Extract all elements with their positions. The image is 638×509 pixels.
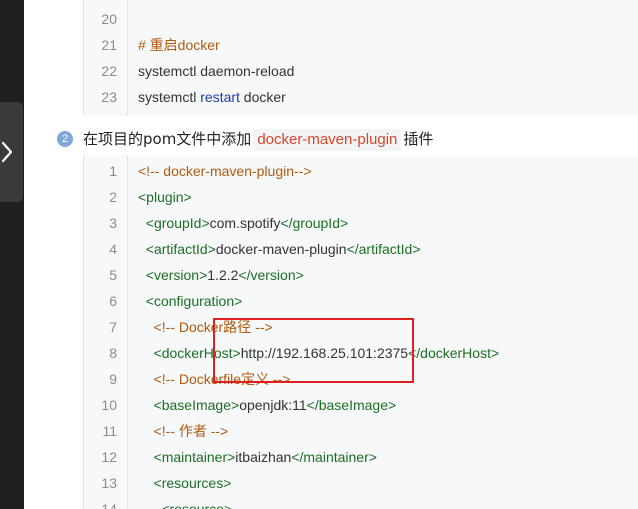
code-line: 14 <resource> [84, 496, 638, 509]
code-token: com.spotify [209, 215, 281, 231]
code-token: <resource> [138, 501, 233, 509]
code-token: openjdk:11 [239, 397, 307, 413]
code-text: <resource> [138, 496, 232, 509]
article-content: 20 21 # 重启docker 22 systemctl daemon-reload 2… [24, 0, 638, 509]
code-token: systemctl [138, 89, 201, 105]
code-line: 2 <plugin> [84, 184, 638, 210]
code-token: <!-- docker-maven-plugin--> [138, 163, 312, 179]
code-text: <plugin> [138, 184, 192, 210]
code-text: <maintainer>itbaizhan</maintainer> [138, 444, 377, 470]
code-text: <artifactId>docker-maven-plugin</artifac… [138, 236, 421, 262]
line-number: 3 [109, 215, 117, 231]
code-line: 21 # 重启docker [84, 32, 638, 58]
line-number: 14 [101, 501, 117, 509]
line-number: 20 [101, 11, 117, 27]
code-token: <version> [138, 267, 208, 283]
code-line: 10 <baseImage>openjdk:11</baseImage> [84, 392, 638, 418]
code-token: </maintainer> [291, 449, 377, 465]
sidebar-toggle-button[interactable] [0, 102, 23, 202]
line-number: 21 [101, 37, 117, 53]
code-token: <maintainer> [138, 449, 236, 465]
line-number: 13 [101, 475, 117, 491]
inline-code-plugin: docker-maven-plugin [253, 129, 402, 151]
line-number: 12 [101, 449, 117, 465]
code-text: <configuration> [138, 288, 243, 314]
code-token: <baseImage> [138, 397, 240, 413]
code-line: 22 systemctl daemon-reload [84, 58, 638, 84]
code-token: systemctl daemon-reload [138, 63, 295, 79]
line-number: 5 [109, 267, 117, 283]
code-token: </version> [238, 267, 304, 283]
line-number: 22 [101, 63, 117, 79]
code-line: 6 <configuration> [84, 288, 638, 314]
code-token: docker-maven-plugin [215, 241, 347, 257]
code-line: 23 systemctl restart docker [84, 84, 638, 110]
line-number: 7 [109, 319, 117, 335]
code-text: <version>1.2.2</version> [138, 262, 304, 288]
step-text-after: 插件 [403, 130, 434, 148]
code-token: itbaizhan [235, 449, 292, 465]
line-number: 9 [109, 371, 117, 387]
code-line: 1 <!-- docker-maven-plugin--> [84, 158, 638, 184]
code-block-restart-docker: 20 21 # 重启docker 22 systemctl daemon-reload 2… [83, 0, 638, 116]
line-number: 11 [102, 423, 117, 439]
code-text: <groupId>com.spotify</groupId> [138, 210, 348, 236]
code-text: <!-- 作者 --> [138, 418, 229, 444]
code-token: <resources> [138, 475, 232, 491]
code-token: <plugin> [138, 189, 192, 205]
line-number: 1 [109, 163, 117, 179]
code-text: <resources> [138, 470, 232, 496]
line-number: 2 [109, 189, 117, 205]
red-highlight-annotation [213, 318, 414, 383]
code-token: restart [200, 89, 240, 105]
code-token: <artifactId> [138, 241, 216, 257]
line-number: 8 [109, 345, 117, 361]
line-number: 23 [101, 89, 117, 105]
code-line: 4 <artifactId>docker-maven-plugin</artif… [84, 236, 638, 262]
step-number-badge: 2 [57, 131, 73, 147]
code-text: <!-- docker-maven-plugin--> [138, 158, 312, 184]
code-text: systemctl daemon-reload [138, 58, 294, 84]
code-line: 3 <groupId>com.spotify</groupId> [84, 210, 638, 236]
code-line: 12 <maintainer>itbaizhan</maintainer> [84, 444, 638, 470]
code-token: </baseImage> [306, 397, 397, 413]
step-text: 在项目的pom文件中添加 docker-maven-plugin 插件 [83, 128, 433, 151]
code-token: docker [239, 89, 286, 105]
line-number: 6 [109, 293, 117, 309]
code-token: 1.2.2 [207, 267, 239, 283]
code-line: 5 <version>1.2.2</version> [84, 262, 638, 288]
code-text: <baseImage>openjdk:11</baseImage> [138, 392, 397, 418]
step-text-before: 在项目的pom文件中添加 [83, 130, 252, 148]
code-token: </dockerHost> [408, 345, 500, 361]
code-token: # 重启docker [138, 37, 220, 53]
code-token: <groupId> [138, 215, 210, 231]
left-panel-strip [0, 0, 24, 509]
code-line: 20 [84, 6, 638, 32]
code-text: # 重启docker [138, 32, 220, 58]
code-token: </artifactId> [346, 241, 421, 257]
code-line: 11 <!-- 作者 --> [84, 418, 638, 444]
code-token: <!-- 作者 --> [138, 423, 229, 439]
code-token: </groupId> [280, 215, 349, 231]
code-token: <configuration> [138, 293, 243, 309]
line-number: 10 [101, 397, 117, 413]
code-text: systemctl restart docker [138, 84, 286, 110]
code-line: 13 <resources> [84, 470, 638, 496]
line-number: 4 [109, 241, 117, 257]
chevron-right-icon [1, 141, 13, 163]
